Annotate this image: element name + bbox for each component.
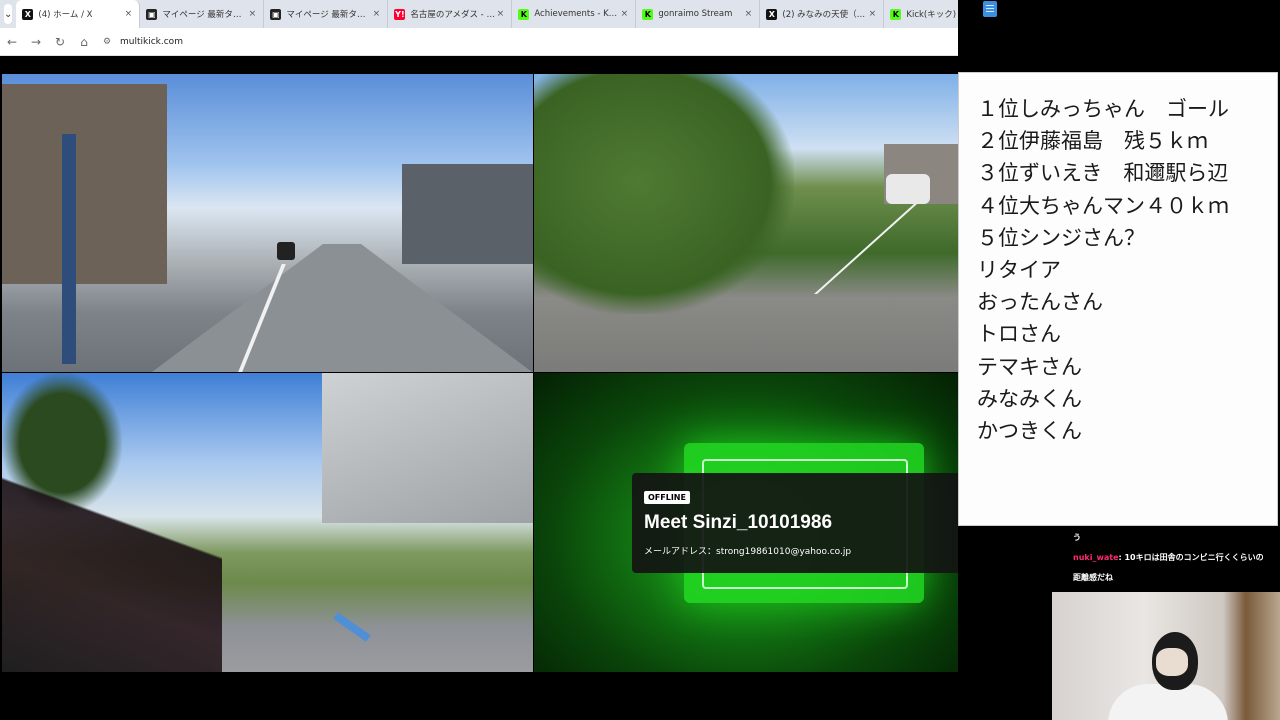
overpass-image (322, 373, 533, 523)
bottom-black-bar (0, 672, 1052, 720)
kick-logo-icon: K (642, 8, 654, 20)
trees-image (534, 74, 794, 314)
bicycle-image (2, 473, 222, 672)
tab-search-button[interactable]: ⌄ (4, 4, 13, 24)
page-top-spacer (0, 56, 958, 74)
tab-title: マイページ 最新タイムライン (162, 10, 247, 20)
tab-title: Achievements - Kick (534, 9, 620, 19)
tab-close-icon[interactable]: × (123, 9, 133, 19)
tab-4[interactable]: K Achievements - Kick × (512, 0, 637, 28)
channel-title: Meet Sinzi_10101986 (644, 512, 833, 533)
chat-overlay: う nuki_wate: 10キロは田舎のコンビニ行くくらいの 距離感だね (1066, 526, 1280, 592)
channel-subtitle: メールアドレス：strong19861010@yahoo.co.jp (644, 547, 852, 557)
kick-logo-icon: K (518, 8, 530, 20)
tab-close-icon[interactable]: × (619, 9, 629, 19)
face-image (1156, 648, 1188, 676)
url-field[interactable]: multikick.com (120, 37, 183, 47)
tab-0[interactable]: X (4) ホーム / X × (16, 0, 141, 28)
reload-icon: ↻ (54, 34, 66, 49)
tab-bar: ⌄ X(4) ホーム / X×▣マイページ 最新タイムライン×▣マイページ 最新… (0, 0, 958, 28)
tab-close-icon[interactable]: × (867, 9, 877, 19)
forward-button[interactable]: → (24, 30, 48, 54)
ranking-line: リタイア (977, 258, 1061, 283)
car-image (277, 242, 295, 260)
stream-video-2[interactable] (534, 74, 958, 372)
ranking-line: おったんさん (977, 290, 1103, 315)
tab-2[interactable]: ▣ マイページ 最新タイムライン× (264, 0, 389, 28)
ranking-line: ２位伊藤福島 残５ｋｍ (977, 129, 1208, 154)
blue-road-mark-image (333, 612, 371, 642)
x-logo-icon: X (22, 8, 34, 20)
tab-title: (2) みなみの天使（@S (782, 10, 868, 20)
site-info-icon[interactable]: ⚙ (100, 35, 114, 49)
pole-image (62, 134, 76, 364)
back-button[interactable]: ← (0, 30, 24, 54)
stream-video-1[interactable] (2, 74, 533, 372)
stream-video-4-offline[interactable]: OFFLINE Meet Sinzi_10101986 メールアドレス：stro… (534, 373, 958, 672)
tab-close-icon[interactable]: × (371, 9, 381, 19)
tab-title: マイページ 最新タイムライン (286, 10, 371, 20)
home-button[interactable]: ⌂ (72, 30, 96, 54)
screen: ⌄ X(4) ホーム / X×▣マイページ 最新タイムライン×▣マイページ 最新… (0, 0, 1280, 720)
ranking-line: トロさん (977, 322, 1061, 347)
tab-3[interactable]: Y! 名古屋のアメダス - Yahoo× (388, 0, 513, 28)
offline-badge: OFFLINE (644, 491, 690, 504)
video-gap (958, 526, 1052, 672)
reload-button[interactable]: ↻ (48, 30, 72, 54)
chat-message: nuki_wate: 10キロは田舎のコンビニ行くくらいの (1073, 548, 1273, 568)
ranking-line: みなみくん (977, 386, 1082, 411)
ranking-line: ４位大ちゃんマン４０ｋｍ (977, 193, 1229, 218)
overlay-top-area (958, 0, 1280, 72)
stream-video-3[interactable] (2, 373, 533, 672)
arrow-left-icon: ← (6, 34, 18, 49)
lane-line-image (814, 204, 917, 294)
kick-logo-icon: K (890, 8, 902, 20)
x-logo-icon: X (766, 8, 778, 20)
tab-title: 名古屋のアメダス - Yahoo (410, 10, 496, 20)
address-bar: ← → ↻ ⌂ ⚙ multikick.com (0, 28, 958, 56)
notepad-icon[interactable] (983, 1, 997, 17)
tab-close-icon[interactable]: × (743, 9, 753, 19)
ranking-line: ５位シンジさん？ (977, 225, 1145, 250)
arrow-right-icon: → (30, 34, 42, 49)
ranking-notepad: １位しみっちゃん ゴール ２位伊藤福島 残５ｋｍ ３位ずいえき 和邇駅ら辺 ４位大ちゃ… (958, 72, 1278, 526)
tab-title: Kick(キック) | リ (906, 10, 958, 20)
building-image (2, 84, 167, 284)
chat-text: 10キロは田舎のコンビニ行くくらいの (1124, 553, 1264, 562)
tab-1[interactable]: ▣ マイページ 最新タイムライン× (140, 0, 265, 28)
tab-5[interactable]: Kgonraimo Stream × (636, 0, 761, 28)
yahoo-icon: Y! (394, 8, 406, 20)
ranking-line: テマキさん (977, 354, 1082, 379)
tab-close-icon[interactable]: × (495, 9, 505, 19)
webcam-feed (1052, 592, 1280, 720)
chat-fragment: う (1073, 533, 1081, 542)
offline-info-card: OFFLINE Meet Sinzi_10101986 メールアドレス：stro… (632, 473, 958, 573)
ranking-line: かつきくん (977, 419, 1082, 444)
chat-continuation: 距離感だね (1073, 573, 1113, 582)
tab-6[interactable]: X (2) みなみの天使（@S × (760, 0, 885, 28)
tab-7[interactable]: KKick(キック) | リ× (884, 0, 958, 28)
page-icon: ▣ (146, 8, 158, 20)
page-icon: ▣ (270, 8, 282, 20)
chat-username: nuki_wate (1073, 553, 1119, 562)
home-icon: ⌂ (80, 34, 88, 49)
ranking-line: ３位ずいえき 和邇駅ら辺 (977, 161, 1229, 186)
tab-title: gonraimo Stream (658, 9, 733, 19)
white-car-image (886, 174, 930, 204)
tab-title: (4) ホーム / X (38, 10, 93, 20)
ranking-line: １位しみっちゃん ゴール (977, 97, 1229, 121)
warehouse-image (402, 164, 533, 264)
tab-close-icon[interactable]: × (247, 9, 257, 19)
